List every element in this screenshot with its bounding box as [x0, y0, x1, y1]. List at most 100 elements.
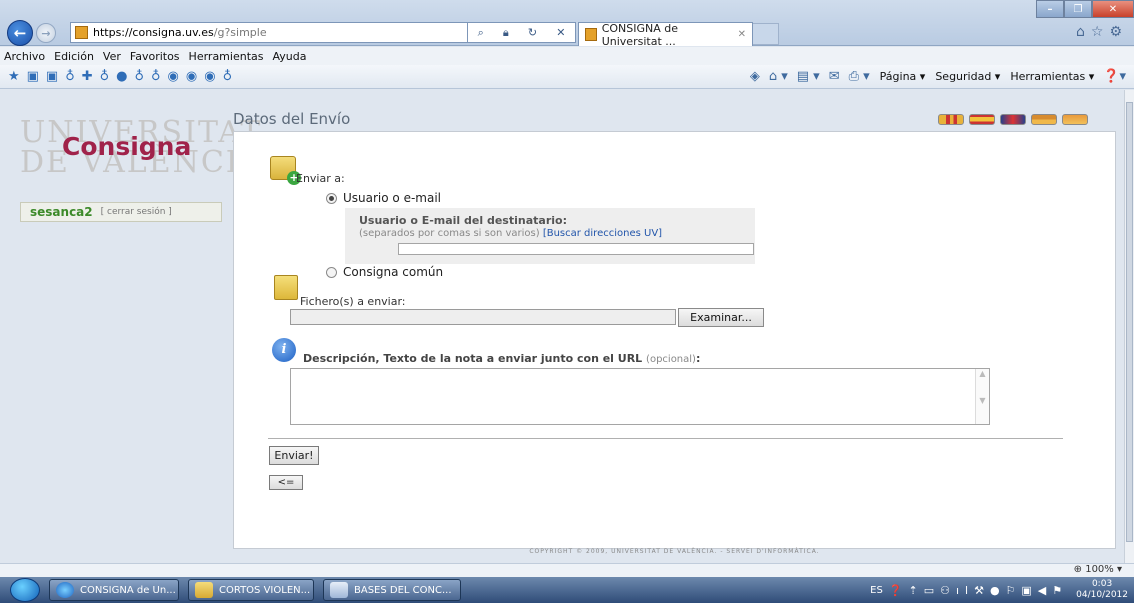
print-icon[interactable]: ⎙ ▾ [849, 69, 870, 84]
file-input[interactable] [290, 309, 676, 325]
username: sesanca2 [30, 205, 93, 219]
consigna-logo: UNIVERSITAT DE VALÈNCIA Consigna [20, 118, 261, 188]
logout-link[interactable]: [ cerrar sesión ] [101, 207, 172, 217]
form-panel: Enviar a: Usuario o e-mail Usuario o E-m… [233, 131, 1116, 549]
zoom-level[interactable]: ⊕ 100% ▾ [1074, 564, 1122, 575]
menu-herramientas[interactable]: Herramientas [189, 50, 264, 63]
stop-icon[interactable]: ✕ [556, 26, 565, 39]
taskbar-item-ie[interactable]: CONSIGNA de Un... [49, 579, 179, 601]
taskbar-item-word[interactable]: BASES DEL CONC... [323, 579, 461, 601]
page-scrollbar-thumb[interactable] [1126, 102, 1133, 542]
taskbar-item-ie-label: CONSIGNA de Un... [80, 584, 176, 596]
search-uv-addresses-link[interactable]: [Buscar direcciones UV] [543, 228, 662, 239]
main-content: Datos del Envío Enviar a: Usuario o e-ma… [233, 107, 1116, 557]
flag-english-icon[interactable] [1000, 113, 1026, 125]
recipient-hint: (separados por comas si son varios) [Bus… [359, 228, 662, 239]
send-to-label: Enviar a: [296, 172, 345, 185]
description-textarea[interactable]: ▲ ▼ [290, 368, 990, 425]
menu-seguridad[interactable]: Seguridad ▾ [935, 70, 1000, 83]
info-icon: i [272, 338, 296, 362]
help-icon[interactable]: ❓▾ [1103, 69, 1126, 84]
flag-spanish-icon[interactable] [969, 113, 995, 125]
recipient-box: Usuario o E-mail del destinatario: (sepa… [345, 208, 755, 264]
refresh-icon[interactable]: ↻ [528, 26, 537, 39]
textarea-scrollbar[interactable]: ▲ ▼ [975, 369, 989, 424]
radio-user-email-control[interactable] [326, 192, 337, 204]
back-button[interactable]: ← [7, 20, 33, 46]
word-document-icon [330, 582, 348, 598]
minimize-button[interactable]: – [1036, 0, 1064, 18]
page-viewport: UNIVERSITAT DE VALÈNCIA Consigna sesanca… [0, 90, 1124, 563]
close-window-button[interactable]: ✕ [1092, 0, 1134, 18]
star-icon[interactable]: ☆ [1091, 24, 1110, 40]
sidebar: UNIVERSITAT DE VALÈNCIA Consigna sesanca… [20, 118, 261, 222]
taskbar-item-folder-label: CORTOS VIOLEN... [219, 584, 311, 596]
arrow-left-icon: ← [13, 24, 27, 42]
consigna-wordmark: Consigna [62, 132, 192, 161]
ie-icon [56, 582, 74, 598]
page-scrollbar[interactable] [1124, 90, 1134, 563]
submit-button[interactable]: Enviar! [269, 446, 319, 465]
tab-favicon-icon [585, 28, 597, 41]
clock-time: 0:03 [1091, 579, 1113, 589]
feeds-icon[interactable]: ◈ [750, 69, 760, 84]
browser-tab[interactable]: CONSIGNA de Universitat ... ✕ [578, 21, 753, 48]
language-indicator[interactable]: ES [870, 585, 883, 596]
envelope-add-icon [270, 156, 301, 185]
files-label: Fichero(s) a enviar: [300, 295, 406, 308]
zoom-icon: ⊕ [1073, 564, 1083, 575]
home-page-icon[interactable]: ⌂ ▾ [769, 69, 788, 84]
recipient-title: Usuario o E-mail del destinatario: [359, 214, 567, 227]
flag-valencian-icon[interactable] [938, 113, 964, 125]
menu-favoritos[interactable]: Favoritos [130, 50, 180, 63]
address-bar[interactable]: https://consigna.uv.es /g?simple [70, 22, 468, 43]
radio-common-consigna[interactable]: Consigna común [326, 265, 443, 279]
new-tab-button[interactable] [753, 23, 779, 45]
system-tray: ES ❓⇡▭⚇ıl⚒●⚐▣◀⚑ 0:03 04/10/2012 [870, 579, 1134, 601]
menu-ver[interactable]: Ver [103, 50, 121, 63]
flag-other-icon[interactable] [1062, 113, 1088, 125]
home-icon[interactable]: ⌂ [1076, 24, 1091, 40]
page-footer: COPYRIGHT © 2009, UNIVERSITAT DE VALÈNCI… [529, 548, 820, 555]
taskbar-item-folder[interactable]: CORTOS VIOLEN... [188, 579, 314, 601]
description-label-colon: : [695, 352, 701, 365]
radio-user-email[interactable]: Usuario o e-mail [326, 191, 441, 205]
flag-french-icon[interactable] [1031, 113, 1057, 125]
clock-date: 04/10/2012 [1076, 590, 1128, 600]
browse-button[interactable]: Examinar... [678, 308, 764, 327]
menu-pagina[interactable]: Página ▾ [880, 70, 926, 83]
browser-title-bar: ← → https://consigna.uv.es /g?simple ⌕ 🔒… [0, 0, 1134, 48]
arrow-right-icon: → [41, 26, 51, 40]
file-icon [274, 275, 298, 300]
radio-common-consigna-control[interactable] [326, 266, 337, 278]
folder-icon [195, 582, 213, 598]
tray-icons[interactable]: ❓⇡▭⚇ıl⚒●⚐▣◀⚑ [889, 584, 1068, 597]
search-icon[interactable]: ⌕ [478, 26, 484, 40]
clock[interactable]: 0:03 04/10/2012 [1076, 579, 1128, 601]
tab-title: CONSIGNA de Universitat ... [601, 21, 679, 48]
user-session-box: sesanca2 [ cerrar sesión ] [20, 202, 222, 222]
menu-bar: Archivo Edición Ver Favoritos Herramient… [0, 47, 1134, 65]
menu-edicion[interactable]: Edición [54, 50, 94, 63]
forward-button[interactable]: → [36, 23, 56, 43]
gear-icon[interactable]: ⚙ [1109, 24, 1128, 40]
start-button[interactable] [10, 578, 40, 602]
description-optional: (opcional) [646, 354, 696, 365]
page-title: Datos del Envío [233, 110, 351, 128]
menu-ayuda[interactable]: Ayuda [272, 50, 306, 63]
mail-icon[interactable]: ✉ [829, 69, 840, 84]
description-label: Descripción, Texto de la nota a enviar j… [303, 352, 700, 365]
menu-herramientas-cmd[interactable]: Herramientas ▾ [1010, 70, 1094, 83]
menu-archivo[interactable]: Archivo [4, 50, 45, 63]
taskbar: CONSIGNA de Un... CORTOS VIOLEN... BASES… [0, 577, 1134, 603]
back-page-button[interactable]: <= [269, 475, 303, 490]
maximize-button[interactable]: ❐ [1064, 0, 1092, 18]
rss-icon[interactable]: ▤ ▾ [797, 69, 820, 84]
lock-icon[interactable]: 🔒︎ [503, 26, 509, 40]
content-header: Datos del Envío [233, 107, 1116, 131]
recipient-input[interactable] [398, 243, 754, 255]
command-bar: ★▣▣♁✚♁●♁♁◉◉◉♁ ◈ ⌂ ▾ ▤ ▾ ✉ ⎙ ▾ Página ▾ S… [0, 65, 1134, 89]
language-flags [933, 113, 1088, 125]
tab-close-icon[interactable]: ✕ [738, 29, 746, 40]
favorites-bar-icons[interactable]: ★▣▣♁✚♁●♁♁◉◉◉♁ [8, 69, 239, 84]
